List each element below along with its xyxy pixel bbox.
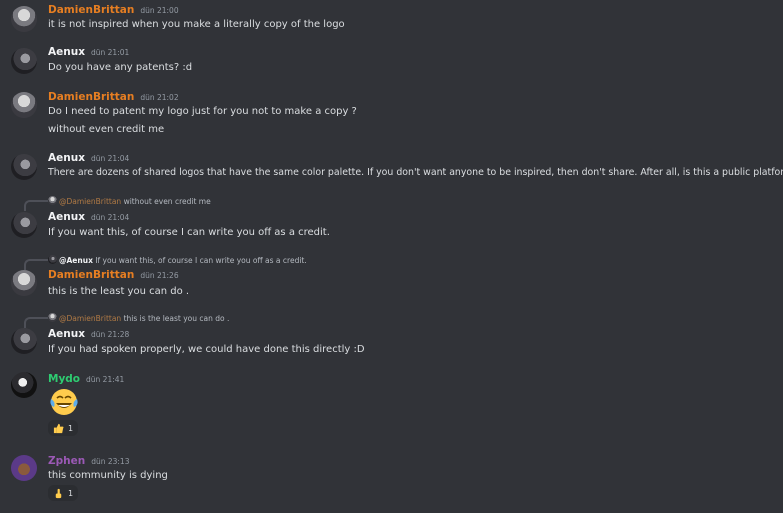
reaction-chip[interactable]: 1: [48, 485, 79, 501]
timestamp: dün 21:04: [90, 213, 130, 222]
message-text: this community is dying: [48, 470, 168, 481]
author-name[interactable]: DamienBrittan: [48, 4, 134, 16]
author-name[interactable]: DamienBrittan: [48, 91, 134, 103]
message-text: Do I need to patent my logo just for you…: [48, 106, 357, 117]
message-text: this is the least you can do .: [48, 286, 190, 297]
author-name[interactable]: Aenux: [48, 211, 85, 223]
avatar[interactable]: [11, 372, 37, 398]
reply-text: without even credit me: [123, 197, 211, 206]
reaction-count: 1: [68, 423, 74, 433]
avatar[interactable]: [11, 328, 37, 354]
message-header: Aenux dün 21:04: [48, 152, 129, 164]
reply-connector: [24, 317, 48, 328]
message-header: Zphen dün 23:13: [48, 455, 129, 467]
timestamp: dün 21:00: [140, 6, 179, 15]
avatar[interactable]: [11, 270, 37, 296]
timestamp: dün 21:41: [86, 375, 125, 384]
message-header: Aenux dün 21:01: [48, 46, 129, 58]
avatar[interactable]: [11, 6, 37, 32]
timestamp: dün 21:02: [140, 93, 179, 102]
reply-preview[interactable]: @DamienBrittan this is the least you can…: [48, 313, 229, 323]
author-name[interactable]: Aenux: [48, 46, 85, 58]
avatar[interactable]: [11, 455, 37, 481]
reply-mention[interactable]: @DamienBrittan: [59, 197, 121, 206]
message-text: without even credit me: [48, 124, 165, 135]
reply-connector: [24, 200, 48, 211]
reply-connector: [24, 259, 48, 270]
avatar[interactable]: [11, 212, 37, 238]
timestamp: dün 21:01: [90, 48, 130, 57]
face-with-tears-of-joy-icon[interactable]: [48, 386, 80, 418]
reply-text: this is the least you can do .: [123, 314, 230, 323]
timestamp: dün 21:28: [90, 330, 130, 339]
thumbs-up-icon: [53, 423, 64, 433]
reply-preview[interactable]: @Aenux If you want this, of course I can…: [48, 255, 307, 265]
reply-mention[interactable]: @Aenux: [59, 256, 93, 265]
timestamp: dün 21:04: [90, 154, 130, 163]
author-name[interactable]: Aenux: [48, 328, 85, 340]
timestamp: dün 23:13: [91, 457, 130, 466]
message-text: If you want this, of course I can write …: [48, 227, 330, 238]
pointing-up-icon: [55, 488, 62, 498]
message-header: DamienBrittan dün 21:02: [48, 91, 179, 103]
reply-avatar: [48, 255, 57, 264]
message-text: If you had spoken properly, we could hav…: [48, 344, 365, 355]
message-header: Aenux dün 21:04: [48, 211, 129, 223]
message-header: DamienBrittan dün 21:00: [48, 4, 179, 16]
message-text: Do you have any patents? :d: [48, 62, 193, 73]
author-name[interactable]: Mydo: [48, 373, 80, 385]
reaction-count: 1: [68, 488, 74, 498]
avatar[interactable]: [11, 92, 37, 118]
message-text: it is not inspired when you make a liter…: [48, 19, 345, 30]
message-header: Aenux dün 21:28: [48, 328, 129, 340]
message-header: DamienBrittan dün 21:26: [48, 269, 179, 281]
author-name[interactable]: Aenux: [48, 152, 85, 164]
reply-avatar: [48, 196, 57, 205]
reply-preview[interactable]: @DamienBrittan without even credit me: [48, 196, 211, 206]
message-text: There are dozens of shared logos that ha…: [48, 167, 783, 178]
reply-text: If you want this, of course I can write …: [95, 256, 307, 265]
reply-avatar: [48, 313, 57, 322]
author-name[interactable]: Zphen: [48, 455, 85, 467]
avatar[interactable]: [11, 48, 37, 74]
reply-mention[interactable]: @DamienBrittan: [59, 314, 121, 323]
timestamp: dün 21:26: [140, 271, 179, 280]
avatar[interactable]: [11, 154, 37, 180]
reaction-chip[interactable]: 1: [48, 420, 79, 436]
message-header: Mydo dün 21:41: [48, 373, 124, 385]
author-name[interactable]: DamienBrittan: [48, 269, 134, 281]
